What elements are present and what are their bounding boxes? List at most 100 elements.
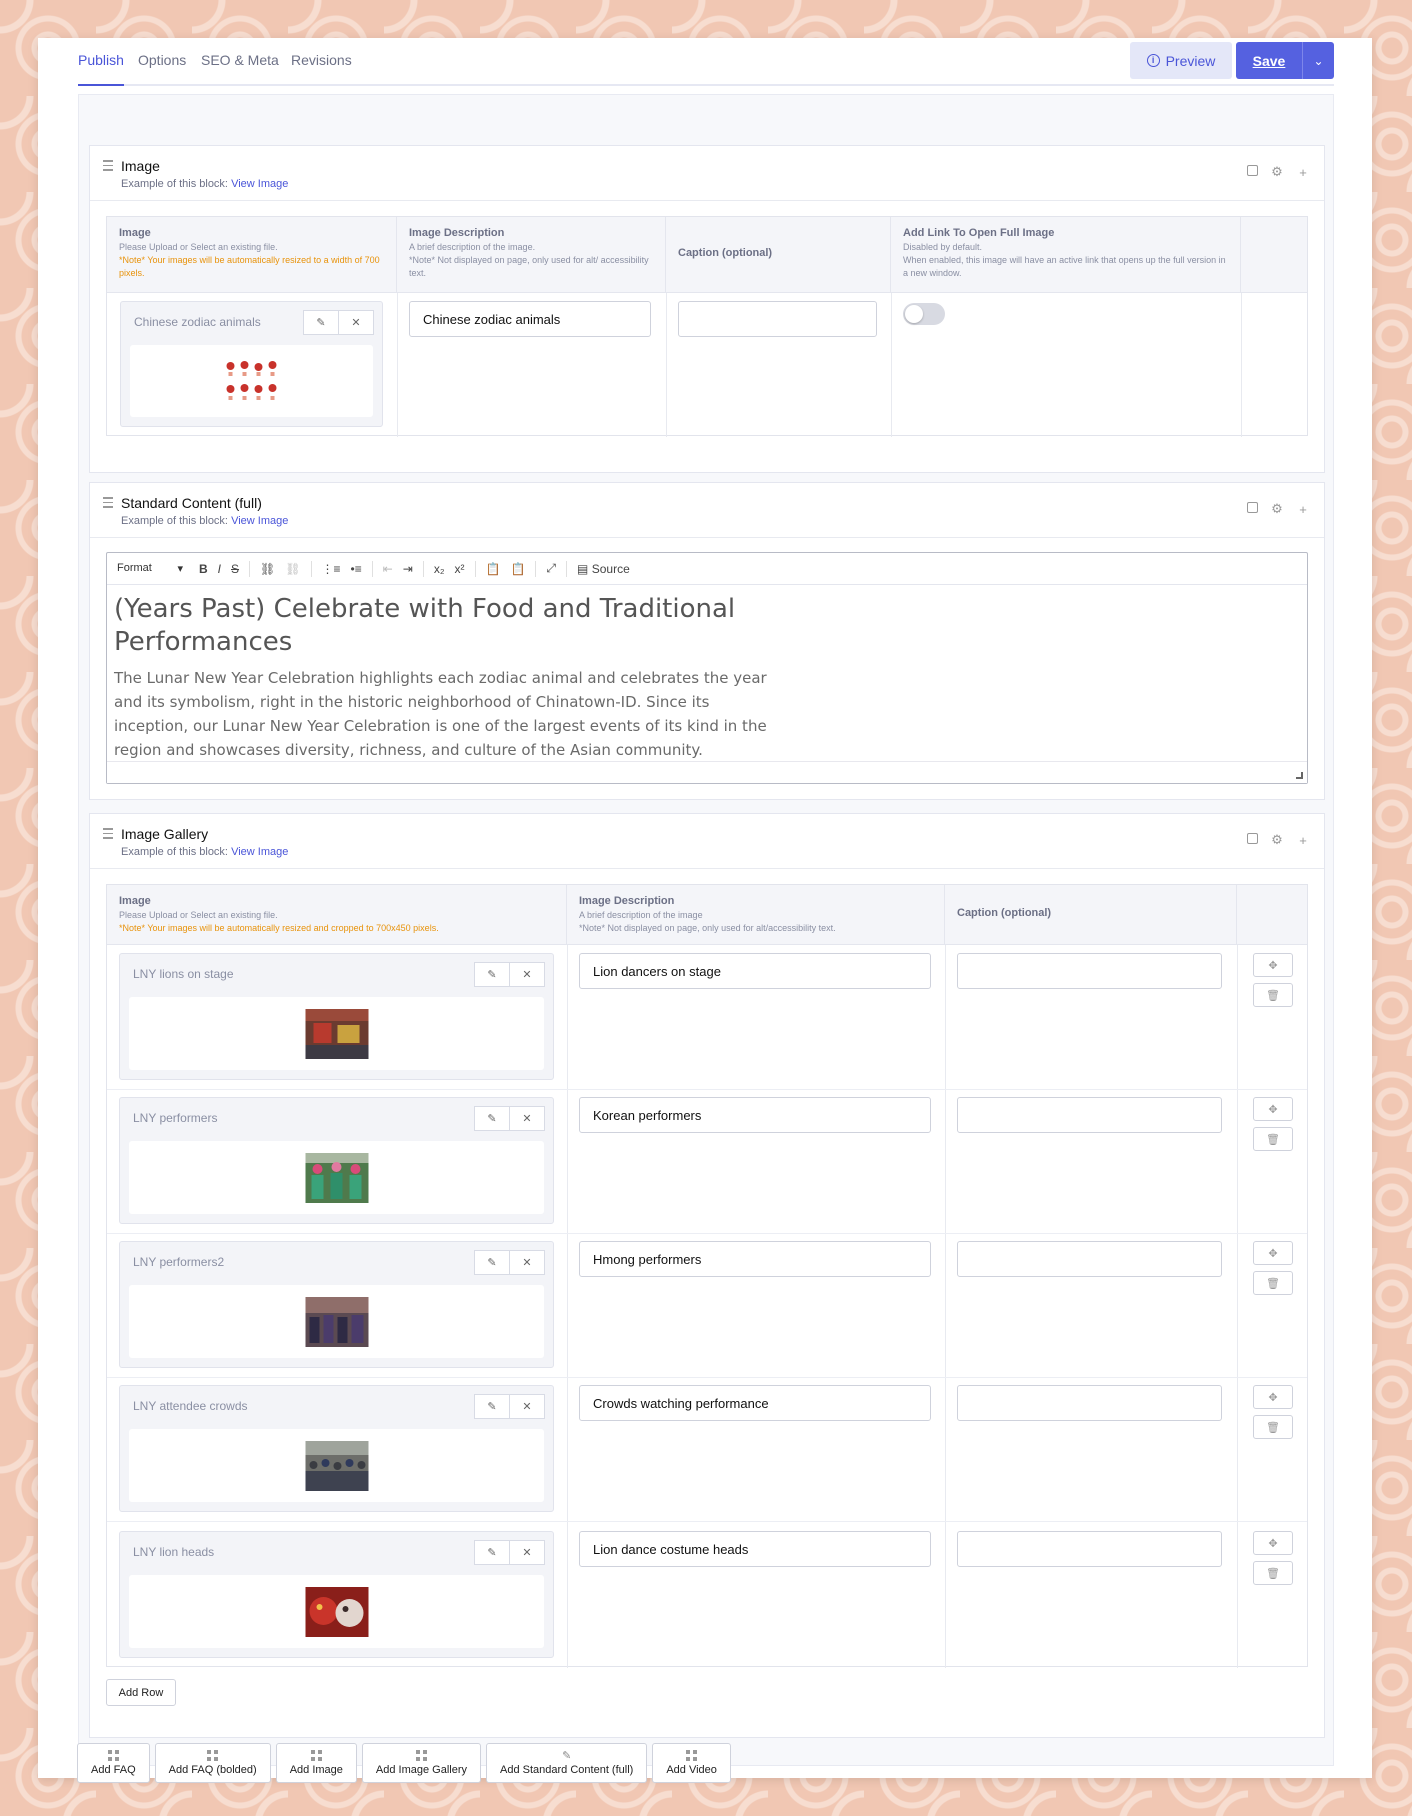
indent-icon[interactable]: ⇥ xyxy=(403,562,413,576)
column-title: Image Description xyxy=(579,895,675,907)
add-row-button[interactable]: Add Row xyxy=(106,1679,176,1706)
tab-options[interactable]: Options xyxy=(138,52,186,68)
source-button[interactable]: ▤ Source xyxy=(577,562,630,576)
collapse-icon[interactable] xyxy=(1247,502,1258,513)
drag-handle-icon[interactable] xyxy=(103,828,113,842)
bulleted-list-icon[interactable]: •≡ xyxy=(351,562,362,576)
pencil-icon[interactable]: ✎ xyxy=(474,1394,510,1419)
column-help: *Note* Not displayed on page, only used … xyxy=(579,923,836,933)
gear-icon[interactable]: ⚙ xyxy=(1270,164,1284,179)
trash-icon[interactable]: 🗑 xyxy=(1253,1127,1293,1151)
column-header-actions xyxy=(1241,217,1309,292)
trash-icon[interactable]: 🗑 xyxy=(1253,1271,1293,1295)
trash-icon[interactable]: 🗑 xyxy=(1253,1415,1293,1439)
preview-label: Preview xyxy=(1165,52,1216,69)
bold-icon[interactable]: B xyxy=(199,562,208,576)
block-example: Example of this block: View Image xyxy=(121,515,288,527)
column-help: A brief description of the image xyxy=(579,910,703,920)
add-standard-content-button[interactable]: ✎ Add Standard Content (full) xyxy=(486,1743,648,1783)
image-file-card: LNY performers2 ✎ ✕ xyxy=(119,1241,554,1368)
tab-publish[interactable]: Publish xyxy=(78,52,124,86)
add-image-label: Add Image xyxy=(289,1764,343,1776)
format-dropdown[interactable]: Format ▾ xyxy=(117,562,183,575)
strikethrough-icon[interactable]: S xyxy=(231,562,239,576)
image-caption-input[interactable] xyxy=(957,1097,1222,1133)
close-icon[interactable]: ✕ xyxy=(338,310,374,335)
image-caption-input[interactable] xyxy=(957,1385,1222,1421)
paste-icon[interactable]: 📋 xyxy=(486,562,501,576)
image-description-input[interactable]: Lion dancers on stage xyxy=(579,953,931,989)
add-faq-bolded-button[interactable]: Add FAQ (bolded) xyxy=(154,1743,271,1783)
close-icon[interactable]: ✕ xyxy=(509,1250,545,1275)
add-image-button[interactable]: Add Image xyxy=(275,1743,357,1783)
pencil-icon[interactable]: ✎ xyxy=(474,1250,510,1275)
resize-handle-icon[interactable] xyxy=(1296,772,1303,779)
drag-handle-icon[interactable] xyxy=(103,497,113,511)
image-description-input[interactable]: Lion dance costume heads xyxy=(579,1531,931,1567)
add-video-button[interactable]: Add Video xyxy=(652,1743,731,1783)
save-options-dropdown[interactable]: ⌄ xyxy=(1302,42,1334,79)
subscript-icon[interactable]: x₂ xyxy=(434,562,445,576)
close-icon[interactable]: ✕ xyxy=(509,1540,545,1565)
pencil-icon[interactable]: ✎ xyxy=(303,310,339,335)
gear-icon[interactable]: ⚙ xyxy=(1270,501,1284,516)
close-icon[interactable]: ✕ xyxy=(509,1106,545,1131)
image-caption-input[interactable] xyxy=(957,953,1222,989)
column-header-link: Add Link To Open Full Image Disabled by … xyxy=(891,217,1241,292)
save-button[interactable]: Save xyxy=(1236,42,1302,79)
close-icon[interactable]: ✕ xyxy=(509,1394,545,1419)
paste-text-icon[interactable]: 📋 xyxy=(510,562,525,576)
collapse-icon[interactable] xyxy=(1247,833,1258,844)
move-icon[interactable]: ✥ xyxy=(1253,1531,1293,1555)
pencil-icon[interactable]: ✎ xyxy=(474,1106,510,1131)
chevron-down-icon: ⌄ xyxy=(1313,53,1324,68)
drag-handle-icon[interactable] xyxy=(103,160,113,174)
tab-revisions[interactable]: Revisions xyxy=(291,52,352,68)
preview-button[interactable]: i Preview xyxy=(1130,42,1232,79)
move-icon[interactable]: ✥ xyxy=(1253,1097,1293,1121)
superscript-icon[interactable]: x² xyxy=(455,562,465,576)
content-body[interactable]: The Lunar New Year Celebration highlight… xyxy=(114,666,774,762)
view-image-link[interactable]: View Image xyxy=(231,846,288,858)
link-icon[interactable]: ⛓ xyxy=(260,562,275,576)
close-icon[interactable]: ✕ xyxy=(509,962,545,987)
italic-icon[interactable]: I xyxy=(218,562,221,576)
add-image-gallery-button[interactable]: Add Image Gallery xyxy=(361,1743,482,1783)
image-description-input[interactable]: Crowds watching performance xyxy=(579,1385,931,1421)
trash-icon[interactable]: 🗑 xyxy=(1253,983,1293,1007)
content-heading[interactable]: (Years Past) Celebrate with Food and Tra… xyxy=(114,593,754,659)
image-file-card: LNY attendee crowds ✎ ✕ xyxy=(119,1385,554,1512)
image-description-input[interactable]: Hmong performers xyxy=(579,1241,931,1277)
pencil-icon[interactable]: ✎ xyxy=(474,962,510,987)
info-icon: i xyxy=(1146,54,1160,67)
performers2-thumbnail xyxy=(305,1296,368,1347)
open-full-image-toggle[interactable] xyxy=(903,303,945,325)
image-description-input[interactable]: Korean performers xyxy=(579,1097,931,1133)
view-image-link[interactable]: View Image xyxy=(231,515,288,527)
view-image-link[interactable]: View Image xyxy=(231,178,288,190)
maximize-icon[interactable]: ⤢ xyxy=(546,561,556,576)
image-caption-input[interactable] xyxy=(957,1241,1222,1277)
plus-icon[interactable]: + xyxy=(1296,165,1310,180)
move-icon[interactable]: ✥ xyxy=(1253,1385,1293,1409)
move-icon[interactable]: ✥ xyxy=(1253,1241,1293,1265)
plus-icon[interactable]: + xyxy=(1296,502,1310,517)
trash-icon[interactable]: 🗑 xyxy=(1253,1561,1293,1585)
image-caption-input[interactable] xyxy=(678,301,877,337)
collapse-icon[interactable] xyxy=(1247,165,1258,176)
outdent-icon[interactable]: ⇤ xyxy=(383,562,393,576)
pencil-icon[interactable]: ✎ xyxy=(474,1540,510,1565)
image-description-input[interactable]: Chinese zodiac animals xyxy=(409,301,651,337)
unlink-icon[interactable]: ⛓ xyxy=(285,562,300,576)
plus-icon[interactable]: + xyxy=(1296,833,1310,848)
add-standard-content-label: Add Standard Content (full) xyxy=(500,1763,634,1776)
grid-icon xyxy=(107,1750,119,1761)
numbered-list-icon[interactable]: ⋮≡ xyxy=(322,562,341,576)
add-faq-button[interactable]: Add FAQ xyxy=(77,1743,150,1783)
image-caption-input[interactable] xyxy=(957,1531,1222,1567)
table-header: Image Please Upload or Select an existin… xyxy=(107,885,1307,945)
image-file-card: LNY lion heads ✎ ✕ xyxy=(119,1531,554,1658)
gear-icon[interactable]: ⚙ xyxy=(1270,832,1284,847)
tab-seo-meta[interactable]: SEO & Meta xyxy=(201,52,279,68)
move-icon[interactable]: ✥ xyxy=(1253,953,1293,977)
